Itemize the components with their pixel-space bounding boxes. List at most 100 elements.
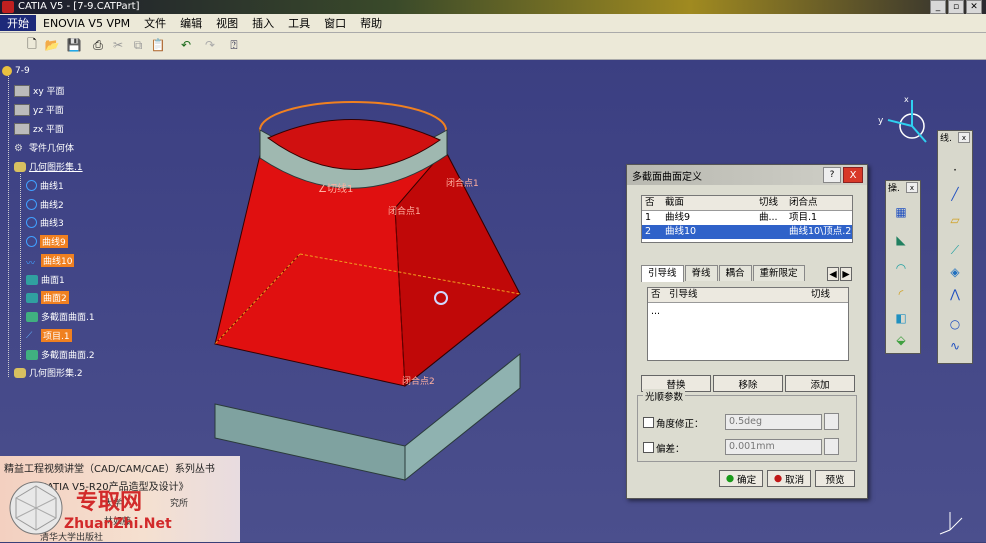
menu-tools[interactable]: 工具 (281, 15, 317, 31)
tab-guides[interactable]: 引导线 (641, 265, 684, 282)
dialog-close-button[interactable]: X (843, 167, 863, 183)
tree-item-xy-plane[interactable]: xy 平面 (14, 84, 65, 97)
toolbar-close-icon[interactable]: x (958, 132, 970, 143)
tree-item-multisection-2[interactable]: 多截面曲面.2 (26, 348, 95, 361)
split-icon[interactable]: ◣ (892, 231, 910, 249)
guides-table: 否 引导线 切线 ... (647, 287, 849, 361)
tree-item-project-1[interactable]: ⟋ 项目.1 (26, 329, 72, 342)
line-icon[interactable]: ╱ (946, 185, 964, 203)
circle-icon[interactable]: ○ (946, 315, 964, 333)
section-row[interactable]: 1 曲线9 曲... 项目.1 (642, 211, 852, 225)
tree-item-curve2[interactable]: 曲线2 (26, 198, 64, 211)
geometrical-set-icon (14, 367, 26, 378)
ok-button[interactable]: ● 确定 (719, 470, 763, 487)
series-text: 精益工程视频讲堂（CAD/CAM/CAE）系列丛书 (4, 464, 215, 475)
window-title: CATIA V5 - [7-9.CATPart] (18, 1, 140, 12)
section-row-selected[interactable]: 2 曲线10 曲线10\顶点.2 (642, 225, 852, 239)
add-button[interactable]: 添加 (785, 375, 855, 392)
tree-item-curve3[interactable]: 曲线3 (26, 216, 64, 229)
plane-icon (14, 103, 30, 116)
menu-start[interactable]: 开始 (0, 15, 36, 31)
undo-icon[interactable]: ↶ (178, 37, 194, 53)
guides-header: 否 引导线 切线 (648, 288, 848, 303)
globe-logo-icon (9, 481, 63, 535)
help-button[interactable]: ? (823, 167, 841, 183)
menu-edit[interactable]: 编辑 (173, 15, 209, 31)
whats-this-icon[interactable]: ⍰ (226, 37, 242, 53)
catia-logo-icon (2, 1, 14, 13)
restore-icon[interactable]: ▫ (948, 0, 964, 14)
surface-icon (26, 274, 38, 285)
trim-icon[interactable]: ◠ (892, 259, 910, 277)
projection-tool-icon[interactable]: ⟋ (946, 241, 964, 259)
menu-view[interactable]: 视图 (209, 15, 245, 31)
plane-tool-icon[interactable]: ▱ (946, 211, 964, 229)
deviation-field[interactable]: 0.001mm (725, 439, 822, 455)
tree-item-zx-plane[interactable]: zx 平面 (14, 122, 64, 135)
tab-spine[interactable]: 脊线 (684, 265, 718, 281)
multisection-surface-icon (26, 349, 38, 360)
cancel-button[interactable]: ● 取消 (767, 470, 811, 487)
tab-scroll-left-icon[interactable]: ◀ (827, 267, 839, 281)
redo-icon[interactable]: ↷ (202, 37, 218, 53)
tree-root[interactable]: 7-9 (2, 66, 30, 76)
tree-item-curve10[interactable]: 〰曲线10 (26, 254, 75, 269)
tree-item-surface2[interactable]: 曲面2 (26, 291, 69, 304)
tree-item-curve1[interactable]: 曲线1 (26, 179, 64, 192)
base-front-face (214, 403, 406, 481)
tab-relimitation[interactable]: 重新限定 (752, 265, 805, 281)
open-folder-icon[interactable]: 📂 (44, 37, 60, 53)
angle-spinner-icon[interactable] (824, 413, 839, 430)
minimize-icon[interactable]: _ (930, 0, 946, 14)
tree-item-curve9[interactable]: 曲线9 (26, 235, 68, 248)
menu-enovia[interactable]: ENOVIA V5 VPM (36, 17, 137, 30)
tab-scroll-right-icon[interactable]: ▶ (840, 267, 852, 281)
cut-icon[interactable]: ✂ (110, 37, 126, 53)
fillet-icon[interactable]: ◜ (892, 285, 910, 303)
cancel-icon: ● (773, 473, 783, 484)
tree-item-geoset-2[interactable]: 几何图形集.2 (14, 366, 83, 379)
tab-coupling[interactable]: 耦合 (718, 265, 752, 281)
offset-curve-icon[interactable]: ⋀ (946, 285, 964, 303)
multisection-surface-icon (26, 311, 38, 322)
menu-help[interactable]: 帮助 (353, 15, 389, 31)
surface-icon (26, 292, 38, 303)
dialog-tabs: 引导线 脊线 耦合 重新限定 (641, 265, 806, 282)
deviation-checkbox[interactable] (643, 442, 654, 453)
deviation-label: 偏差： (656, 444, 685, 455)
close-icon[interactable]: ✕ (966, 0, 982, 14)
point-icon[interactable]: · (946, 161, 964, 179)
tree-item-yz-plane[interactable]: yz 平面 (14, 103, 64, 116)
axis-triad-icon (939, 512, 963, 535)
menu-window[interactable]: 窗口 (317, 15, 353, 31)
spline-tool-icon[interactable]: ∿ (946, 337, 964, 355)
menu-file[interactable]: 文件 (137, 15, 173, 31)
remove-button[interactable]: 移除 (713, 375, 783, 392)
sections-table: 否 截面 切线 闭合点 1 曲线9 曲... 项目.1 2 曲线10 曲线10\… (641, 195, 853, 243)
print-icon[interactable]: ⎙ (90, 37, 106, 53)
intersection-icon[interactable]: ◈ (946, 263, 964, 281)
tree-item-part-body[interactable]: ⚙ 零件几何体 (14, 141, 74, 155)
angle-correction-checkbox[interactable] (643, 417, 654, 428)
join-icon[interactable]: ▦ (892, 203, 910, 221)
preview-button[interactable]: 预览 (815, 470, 855, 487)
copy-icon[interactable]: ⧉ (130, 37, 146, 53)
watermark-en: ZhuanZhi.Net (64, 516, 172, 532)
tree-item-surface1[interactable]: 曲面1 (26, 273, 65, 286)
tree-item-geoset-1[interactable]: 几何图形集.1 (14, 160, 83, 173)
deviation-spinner-icon[interactable] (824, 438, 839, 455)
tree-item-multisection-1[interactable]: 多截面曲面.1 (26, 310, 95, 323)
extrapolate-icon[interactable]: ◧ (892, 309, 910, 327)
guide-placeholder-row[interactable]: ... (648, 305, 848, 319)
watermark-cn: 专取网 (76, 490, 143, 515)
wireframe-toolbar-header: 线. x (938, 131, 972, 144)
angle-correction-field[interactable]: 0.5deg (725, 414, 822, 430)
new-file-icon[interactable]: 🗋 (24, 37, 40, 53)
menu-insert[interactable]: 插入 (245, 15, 281, 31)
transform-icon[interactable]: ⬙ (892, 331, 910, 349)
paste-icon[interactable]: 📋 (150, 37, 166, 53)
save-icon[interactable]: 💾 (66, 37, 82, 53)
window-controls: _ ▫ ✕ (930, 0, 982, 14)
toolbar-close-icon[interactable]: x (906, 182, 918, 193)
geometrical-set-icon (14, 161, 26, 172)
